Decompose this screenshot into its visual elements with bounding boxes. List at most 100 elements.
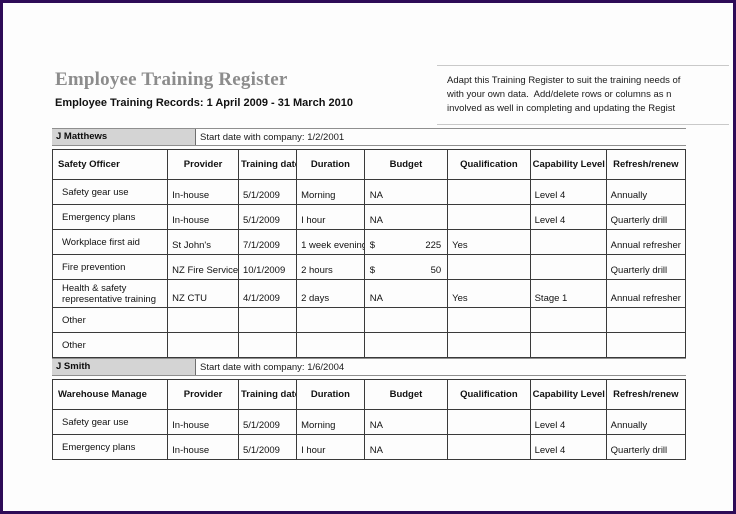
cell-provider[interactable]: NZ Fire Service (167, 254, 239, 280)
table-row[interactable]: Safety gear use In-house 5/1/2009 Morning NA… (51, 179, 687, 205)
cell-date[interactable] (237, 307, 298, 333)
cell-provider[interactable] (167, 307, 239, 333)
table-row[interactable]: Emergency plans In-house 5/1/2009 I hour NA L… (51, 204, 687, 230)
table-row[interactable]: Emergency plans In-house 5/1/2009 I hour NA L… (51, 434, 687, 460)
cell-date[interactable] (237, 332, 298, 358)
cell-duration[interactable] (296, 332, 365, 358)
cell-refresh[interactable]: Annually (605, 409, 687, 435)
cell-qualification[interactable]: Yes (447, 229, 531, 255)
note-rule-top (437, 65, 729, 66)
column-header-refresh: Refresh/renew (605, 379, 687, 410)
cell-capability[interactable]: Level 4 (529, 204, 607, 230)
budget-amount: NA (369, 420, 383, 431)
person-start-date: Start date with company: 1/2/2001 (200, 132, 345, 143)
cell-capability[interactable] (529, 254, 607, 280)
cell-provider[interactable]: In-house (167, 434, 239, 460)
note-rule-bottom (437, 124, 729, 125)
cell-qualification[interactable] (447, 434, 531, 460)
cell-capability[interactable] (529, 229, 607, 255)
cell-task[interactable]: Health & safety representative training (51, 279, 169, 308)
cell-duration[interactable]: 2 hours (296, 254, 365, 280)
cell-refresh[interactable]: Quarterly drill (605, 434, 687, 460)
table-row[interactable]: Health & safety representative training N… (51, 279, 687, 308)
cell-provider[interactable]: NZ CTU (167, 279, 239, 308)
table-row[interactable]: Other (51, 307, 687, 333)
table-header-row: Safety Officer Provider Training date Durat… (51, 149, 687, 180)
cell-capability[interactable]: Level 4 (529, 179, 607, 205)
column-header-budget: Budget (363, 379, 449, 410)
cell-duration[interactable]: 2 days (296, 279, 365, 308)
cell-date[interactable]: 5/1/2009 (237, 434, 298, 460)
cell-duration[interactable]: I hour (296, 204, 365, 230)
cell-refresh[interactable]: Quarterly drill (605, 254, 687, 280)
cell-refresh[interactable]: Annual refresher (605, 229, 687, 255)
training-table: Safety Officer Provider Training date Durat… (51, 149, 687, 358)
cell-qualification[interactable] (447, 409, 531, 435)
cell-qualification[interactable] (447, 204, 531, 230)
cell-capability[interactable] (529, 307, 607, 333)
cell-provider[interactable] (167, 332, 239, 358)
person-header: J Matthews Start date with company: 1/2/2… (52, 128, 686, 146)
cell-date[interactable]: 4/1/2009 (237, 279, 298, 308)
page-title: Employee Training Register (55, 69, 288, 90)
cell-duration[interactable]: I hour (296, 434, 365, 460)
cell-capability[interactable]: Level 4 (529, 409, 607, 435)
table-row[interactable]: Workplace first aid St John's 7/1/2009 1 we… (51, 229, 687, 255)
cell-capability[interactable]: Stage 1 (529, 279, 607, 308)
cell-qualification[interactable] (447, 254, 531, 280)
cell-refresh[interactable] (605, 307, 687, 333)
cell-budget[interactable]: NA (363, 434, 449, 460)
cell-budget[interactable]: NA (363, 204, 449, 230)
cell-duration[interactable]: Morning (296, 179, 365, 205)
cell-budget[interactable] (363, 332, 449, 358)
cell-task[interactable]: Safety gear use (51, 179, 169, 205)
cell-task[interactable]: Emergency plans (51, 204, 169, 230)
register-block: J Smith Start date with company: 1/6/2004… (51, 358, 687, 460)
cell-task[interactable]: Workplace first aid (51, 229, 169, 255)
cell-qualification[interactable] (447, 179, 531, 205)
cell-refresh[interactable]: Annually (605, 179, 687, 205)
cell-qualification[interactable]: Yes (447, 279, 531, 308)
budget-currency-symbol: $ (369, 265, 375, 276)
table-row[interactable]: Other (51, 332, 687, 358)
cell-budget[interactable]: NA (363, 179, 449, 205)
column-header-date: Training date (237, 379, 298, 410)
cell-provider[interactable]: In-house (167, 179, 239, 205)
cell-budget[interactable]: $50 (363, 254, 449, 280)
cell-budget[interactable]: NA (363, 279, 449, 308)
cell-task[interactable]: Safety gear use (51, 409, 169, 435)
cell-provider[interactable]: St John's (167, 229, 239, 255)
page-subtitle: Employee Training Records: 1 April 2009 … (55, 97, 353, 109)
cell-duration[interactable] (296, 307, 365, 333)
cell-date[interactable]: 10/1/2009 (237, 254, 298, 280)
cell-date[interactable]: 5/1/2009 (237, 409, 298, 435)
instruction-note-text: Adapt this Training Register to suit the… (447, 75, 681, 114)
cell-task[interactable]: Other (51, 332, 169, 358)
cell-task[interactable]: Fire prevention (51, 254, 169, 280)
cell-refresh[interactable]: Annual refresher (605, 279, 687, 308)
cell-budget[interactable] (363, 307, 449, 333)
register-block: J Matthews Start date with company: 1/2/2… (51, 128, 687, 358)
cell-duration[interactable]: 1 week evening (296, 229, 365, 255)
table-row[interactable]: Safety gear use In-house 5/1/2009 Morning NA… (51, 409, 687, 435)
column-header-provider: Provider (167, 379, 239, 410)
cell-budget[interactable]: $225 (363, 229, 449, 255)
cell-budget[interactable]: NA (363, 409, 449, 435)
person-name: J Matthews (52, 129, 196, 145)
cell-duration[interactable]: Morning (296, 409, 365, 435)
cell-refresh[interactable]: Quarterly drill (605, 204, 687, 230)
cell-date[interactable]: 7/1/2009 (237, 229, 298, 255)
person-header: J Smith Start date with company: 1/6/2004 (52, 358, 686, 376)
cell-date[interactable]: 5/1/2009 (237, 204, 298, 230)
cell-refresh[interactable] (605, 332, 687, 358)
cell-provider[interactable]: In-house (167, 204, 239, 230)
cell-task[interactable]: Emergency plans (51, 434, 169, 460)
cell-provider[interactable]: In-house (167, 409, 239, 435)
cell-capability[interactable]: Level 4 (529, 434, 607, 460)
cell-date[interactable]: 5/1/2009 (237, 179, 298, 205)
cell-task[interactable]: Other (51, 307, 169, 333)
cell-qualification[interactable] (447, 332, 531, 358)
table-row[interactable]: Fire prevention NZ Fire Service 10/1/2009 2… (51, 254, 687, 280)
cell-qualification[interactable] (447, 307, 531, 333)
cell-capability[interactable] (529, 332, 607, 358)
